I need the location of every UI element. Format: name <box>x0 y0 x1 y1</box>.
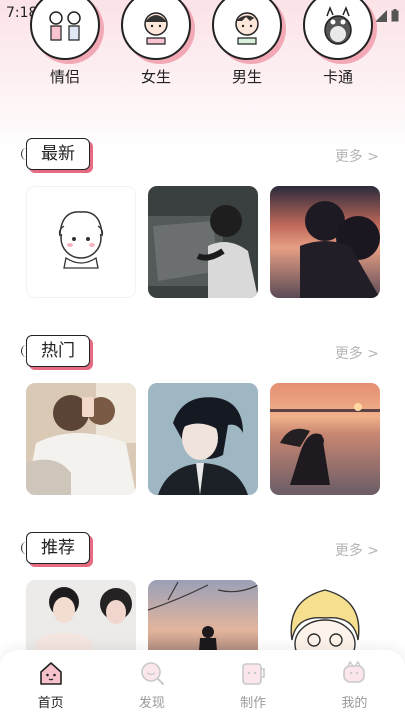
tab-label: 首页 <box>37 696 64 711</box>
image-card[interactable] <box>26 186 136 298</box>
image-card[interactable] <box>270 186 380 298</box>
more-link[interactable]: 更多 > <box>335 343 379 363</box>
image-card[interactable] <box>26 383 136 495</box>
make-icon <box>238 658 268 688</box>
tab-mine[interactable]: 我的 <box>319 650 389 720</box>
boy-avatar-icon <box>212 0 282 60</box>
tab-home[interactable]: 首页 <box>16 650 86 720</box>
category-label: 女生 <box>140 68 171 86</box>
discover-icon <box>137 658 167 688</box>
girl-avatar-icon <box>121 0 191 60</box>
category-boy[interactable]: 男生 <box>208 0 286 87</box>
cartoon-avatar-icon <box>303 0 373 60</box>
category-girl[interactable]: 女生 <box>117 0 195 87</box>
tab-label: 发现 <box>138 696 165 711</box>
category-cartoon[interactable]: 卡通 <box>299 0 377 87</box>
home-icon <box>36 658 66 688</box>
section-header-recommended: 推荐 更多 > <box>21 532 379 568</box>
section-title: 最新 <box>21 138 90 170</box>
latest-grid <box>26 186 380 298</box>
tab-make[interactable]: 制作 <box>218 650 288 720</box>
image-card[interactable] <box>148 186 258 298</box>
image-card[interactable] <box>148 383 258 495</box>
hot-grid <box>26 383 380 495</box>
bottom-tab-bar: 首页 发现 制作 我的 <box>0 650 405 720</box>
category-row: 情侣 女生 男生 卡通 <box>0 0 405 100</box>
section-header-hot: 热门 更多 > <box>21 335 379 371</box>
section-header-latest: 最新 更多 > <box>21 138 379 174</box>
category-label: 卡通 <box>322 68 353 86</box>
more-link[interactable]: 更多 > <box>335 146 379 166</box>
section-title: 热门 <box>21 335 90 367</box>
category-couple[interactable]: 情侣 <box>26 0 104 87</box>
category-label: 男生 <box>231 68 262 86</box>
more-link[interactable]: 更多 > <box>335 540 379 560</box>
mine-icon <box>339 658 369 688</box>
category-label: 情侣 <box>49 68 80 86</box>
tab-discover[interactable]: 发现 <box>117 650 187 720</box>
couple-avatar-icon <box>30 0 100 60</box>
section-title: 推荐 <box>21 532 90 564</box>
tab-label: 我的 <box>341 696 368 711</box>
image-card[interactable] <box>270 383 380 495</box>
tab-label: 制作 <box>240 696 267 711</box>
